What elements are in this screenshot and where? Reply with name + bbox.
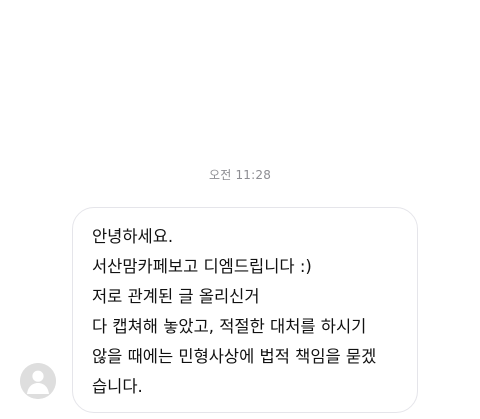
default-profile-avatar-icon (20, 363, 56, 399)
chat-screen: 오전 11:28 안녕하세요. 서산맘카페보고 디엠드립니다 :) 저로 관계된… (0, 0, 480, 419)
message-line: 않을 때에는 민형사상에 법적 책임을 묻겠 (92, 347, 377, 366)
message-timestamp: 오전 11:28 (208, 168, 272, 182)
message-line: 서산맘카페보고 디엠드립니다 :) (92, 257, 312, 276)
message-line: 습니다. (92, 377, 143, 396)
incoming-message-bubble[interactable]: 안녕하세요. 서산맘카페보고 디엠드립니다 :) 저로 관계된 글 올리신거 다… (72, 207, 418, 413)
message-line: 안녕하세요. (92, 227, 174, 246)
sender-avatar[interactable] (20, 363, 56, 399)
message-line: 다 캡쳐해 놓았고, 적절한 대처를 하시기 (92, 317, 367, 336)
message-line: 저로 관계된 글 올리신거 (92, 287, 260, 306)
